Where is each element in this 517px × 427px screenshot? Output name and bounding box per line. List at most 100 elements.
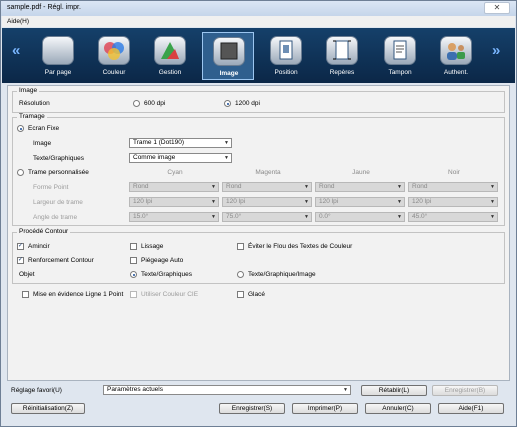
resolution-1200-label: 1200 dpi bbox=[235, 100, 260, 107]
favorite-value: Paramètres actuels bbox=[107, 386, 163, 393]
smoothing-label: Lissage bbox=[141, 243, 164, 250]
highlight-line-checkbox[interactable] bbox=[22, 291, 29, 298]
object-text-graphics-radio[interactable] bbox=[130, 271, 137, 278]
col-cyan: Cyan bbox=[167, 169, 183, 176]
ribbon-next-button[interactable]: » bbox=[492, 42, 500, 59]
screen-text-label: Texte/Graphiques bbox=[33, 155, 84, 162]
line-width-jaune: 120 lpi ▼ bbox=[315, 197, 405, 207]
chevron-down-icon: ▼ bbox=[343, 387, 348, 393]
gloss-label: Glacé bbox=[248, 291, 265, 298]
thinning-checkbox[interactable]: ✓ bbox=[17, 243, 24, 250]
object-text-image-label: Texte/Graphique/Image bbox=[248, 271, 316, 278]
chevron-down-icon: ▼ bbox=[224, 155, 229, 161]
screen-image-select[interactable]: Trame 1 (Dot190) ▼ bbox=[129, 138, 232, 148]
cie-color-label: Utiliser Couleur CIE bbox=[141, 291, 199, 298]
tab-gestion[interactable]: Gestion bbox=[144, 32, 196, 80]
reset-button[interactable]: Réinitialisation(Z) bbox=[11, 403, 85, 414]
fixed-screen-radio[interactable] bbox=[17, 125, 24, 132]
position-icon bbox=[270, 36, 302, 65]
save-button[interactable]: Enregistrer(S) bbox=[219, 403, 285, 414]
fixed-screen-label: Ecran Fixe bbox=[28, 125, 60, 132]
angle-jaune: 0.0° ▼ bbox=[315, 212, 405, 222]
tab-label: Authent. bbox=[443, 69, 469, 76]
marks-icon bbox=[326, 36, 358, 65]
screening-group: Tramage Ecran Fixe Image Trame 1 (Dot190… bbox=[12, 113, 505, 226]
gloss-checkbox[interactable] bbox=[237, 291, 244, 298]
chevron-down-icon: ▼ bbox=[397, 184, 402, 190]
contour-group-title: Procédé Contour bbox=[17, 228, 71, 235]
tab-position[interactable]: Position bbox=[260, 32, 312, 80]
angle-label: Angle de trame bbox=[33, 214, 78, 221]
angle-cyan-value: 15.0° bbox=[133, 213, 149, 220]
smoothing-checkbox[interactable] bbox=[130, 243, 137, 250]
print-settings-window: sample.pdf - Régl. impr. ✕ Aide(H) « Par… bbox=[0, 0, 517, 427]
favorite-label: Réglage favori(U) bbox=[11, 387, 62, 394]
chevron-down-icon: ▼ bbox=[224, 140, 229, 146]
tab-tampon[interactable]: Tampon bbox=[374, 32, 426, 80]
col-noir: Noir bbox=[448, 169, 460, 176]
management-icon bbox=[154, 36, 186, 65]
help-button[interactable]: Aide(F1) bbox=[438, 403, 504, 414]
close-button[interactable]: ✕ bbox=[484, 2, 510, 14]
avoid-blur-checkbox[interactable] bbox=[237, 243, 244, 250]
save-favorite-button: Enregistrer(B) bbox=[432, 385, 498, 396]
object-label: Objet bbox=[19, 271, 35, 278]
resolution-1200-radio[interactable] bbox=[224, 100, 231, 107]
contour-group: Procédé Contour ✓ Amincir Lissage Éviter… bbox=[12, 228, 505, 284]
tab-couleur[interactable]: Couleur bbox=[88, 32, 140, 80]
angle-noir-value: 45.0° bbox=[412, 213, 428, 220]
resolution-600-radio[interactable] bbox=[133, 100, 140, 107]
edge-enhance-checkbox[interactable]: ✓ bbox=[17, 257, 24, 264]
image-icon bbox=[213, 37, 245, 66]
stamp-icon bbox=[384, 36, 416, 65]
line-width-magenta-value: 120 lpi bbox=[226, 198, 246, 205]
tab-image[interactable]: Image bbox=[202, 32, 254, 80]
screening-group-title: Tramage bbox=[17, 113, 47, 120]
chevron-down-icon: ▼ bbox=[490, 214, 495, 220]
screen-image-value: Trame 1 (Dot190) bbox=[133, 139, 185, 146]
dot-shape-noir: Rond ▼ bbox=[408, 182, 498, 192]
tab-label: Gestion bbox=[158, 69, 182, 76]
footer-bar: Réglage favori(U) Paramètres actuels ▼ Ré… bbox=[7, 383, 510, 423]
ribbon-prev-button[interactable]: « bbox=[12, 42, 20, 59]
tab-label: Couleur bbox=[102, 69, 126, 76]
screen-text-value: Comme image bbox=[133, 154, 176, 161]
chevron-down-icon: ▼ bbox=[397, 214, 402, 220]
tab-reperes[interactable]: Repères bbox=[316, 32, 368, 80]
col-magenta: Magenta bbox=[255, 169, 281, 176]
chevron-down-icon: ▼ bbox=[490, 199, 495, 205]
tab-label: Image bbox=[219, 70, 239, 77]
custom-screen-label: Trame personnalisée bbox=[28, 169, 89, 176]
category-ribbon: « Par page Couleur Gestion Image Positio… bbox=[2, 28, 515, 83]
screen-image-label: Image bbox=[33, 140, 52, 147]
chevron-down-icon: ▼ bbox=[211, 214, 216, 220]
highlight-line-label: Mise en évidence Ligne 1 Point bbox=[33, 291, 124, 298]
menu-help[interactable]: Aide(H) bbox=[7, 18, 29, 25]
chevron-down-icon: ▼ bbox=[211, 184, 216, 190]
screen-text-select[interactable]: Comme image ▼ bbox=[129, 153, 232, 163]
resolution-600-label: 600 dpi bbox=[144, 100, 166, 107]
tab-authent[interactable]: Authent. bbox=[430, 32, 482, 80]
dot-shape-cyan: Rond ▼ bbox=[129, 182, 219, 192]
avoid-blur-label: Éviter le Flou des Textes de Couleur bbox=[248, 243, 353, 250]
favorite-select[interactable]: Paramètres actuels ▼ bbox=[103, 385, 351, 395]
col-jaune: Jaune bbox=[352, 169, 370, 176]
chevron-down-icon: ▼ bbox=[211, 199, 216, 205]
angle-magenta: 75.0° ▼ bbox=[222, 212, 312, 222]
settings-panel: Image Résolution 600 dpi 1200 dpi Tramag… bbox=[7, 85, 510, 381]
line-width-cyan: 120 lpi ▼ bbox=[129, 197, 219, 207]
chevron-down-icon: ▼ bbox=[304, 184, 309, 190]
tab-label: Tampon bbox=[388, 69, 412, 76]
image-group: Image Résolution 600 dpi 1200 dpi bbox=[12, 87, 505, 113]
print-button[interactable]: Imprimer(P) bbox=[292, 403, 358, 414]
chevron-down-icon: ▼ bbox=[304, 199, 309, 205]
angle-cyan: 15.0° ▼ bbox=[129, 212, 219, 222]
auto-trapping-checkbox[interactable] bbox=[130, 257, 137, 264]
angle-noir: 45.0° ▼ bbox=[408, 212, 498, 222]
object-text-image-radio[interactable] bbox=[237, 271, 244, 278]
custom-screen-radio[interactable] bbox=[17, 169, 24, 176]
tab-par-page[interactable]: Par page bbox=[32, 32, 84, 80]
dot-shape-cyan-value: Rond bbox=[133, 183, 149, 190]
cancel-button[interactable]: Annuler(C) bbox=[365, 403, 431, 414]
restore-button[interactable]: Rétablir(L) bbox=[361, 385, 427, 396]
